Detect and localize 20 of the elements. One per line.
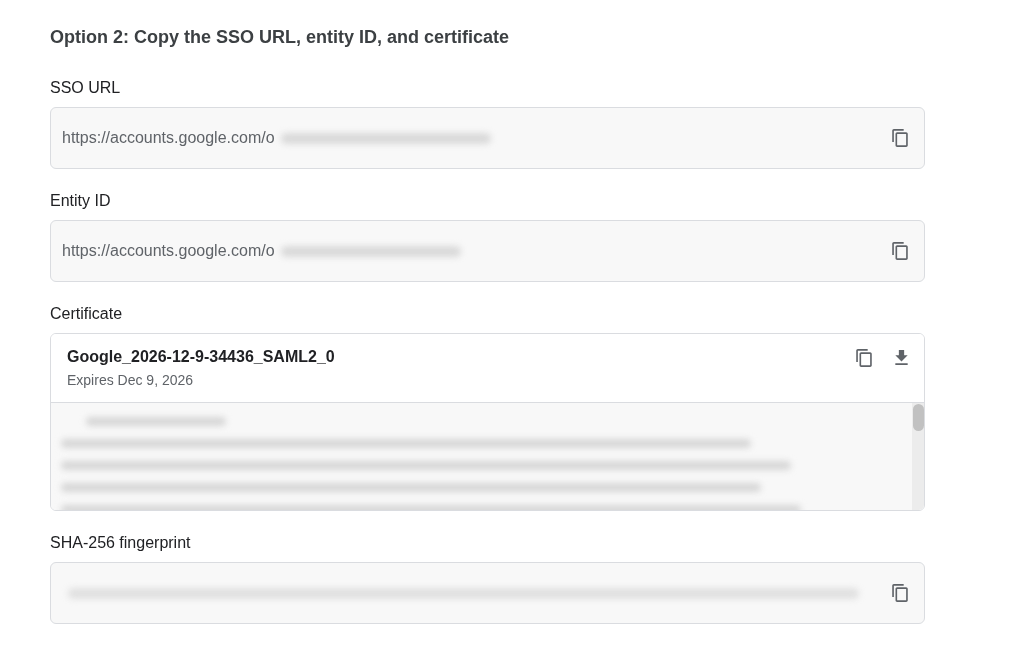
field-label: SSO URL xyxy=(50,78,122,98)
field-label: Entity ID xyxy=(50,191,112,211)
field-label: Certificate xyxy=(50,304,124,324)
copy-button[interactable] xyxy=(889,239,911,263)
copy-icon xyxy=(892,129,908,147)
field-label: SHA-256 fingerprint xyxy=(50,533,192,553)
copy-button[interactable] xyxy=(853,346,875,370)
copy-icon xyxy=(892,242,908,260)
field-value: https://accounts.google.com/o xyxy=(62,129,275,147)
field-value: https://accounts.google.com/o xyxy=(62,242,275,260)
certificate-name: Google_2026-12-9-34436_SAML2_0 xyxy=(67,347,336,367)
copy-button[interactable] xyxy=(889,581,911,605)
copy-icon xyxy=(892,584,908,602)
download-icon xyxy=(895,350,908,365)
copy-button[interactable] xyxy=(889,126,911,150)
scrollbar[interactable] xyxy=(912,403,924,510)
section-heading: Option 2: Copy the SSO URL, entity ID, and certificate xyxy=(50,26,511,48)
scrollbar-thumb[interactable] xyxy=(912,404,924,431)
copy-icon xyxy=(856,349,872,367)
expiry-date: Expires Dec 9, 2026 xyxy=(67,371,195,390)
